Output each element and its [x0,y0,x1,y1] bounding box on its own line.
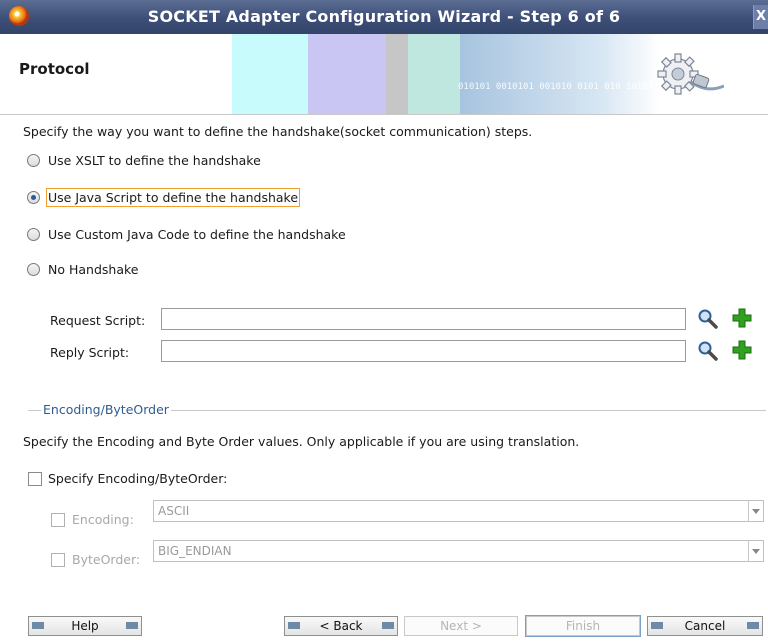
request-script-input[interactable] [161,308,686,330]
cancel-button[interactable]: Cancel [647,616,763,636]
radio-no-handshake[interactable] [27,263,40,276]
close-button[interactable]: X [753,5,768,29]
magnifier-icon[interactable] [697,308,719,330]
reply-script-input[interactable] [161,340,686,362]
window-title: SOCKET Adapter Configuration Wizard - St… [147,7,621,26]
byteorder-label: ByteOrder: [72,552,141,567]
next-button[interactable]: Next > [404,616,518,636]
help-button[interactable]: Help [28,616,142,636]
window-title-bar: SOCKET Adapter Configuration Wizard - St… [0,0,768,34]
encoding-description: Specify the Encoding and Byte Order valu… [23,434,580,449]
finish-button[interactable]: Finish [525,615,641,637]
add-request-script-icon[interactable] [731,307,753,329]
radio-custom-java-label[interactable]: Use Custom Java Code to define the hands… [48,227,346,242]
encoding-checkbox[interactable] [51,513,65,527]
chevron-down-icon[interactable] [748,501,763,521]
wizard-header-banner: 010101 0010101 001010 0101 010 10101 Pro… [0,34,768,114]
banner-binary-text: 010101 0010101 001010 0101 010 10101 [458,82,654,92]
page-title: Protocol [19,60,90,78]
gear-plug-icon [657,53,724,95]
radio-java-script-label[interactable]: Use Java Script to define the handshake [45,188,301,207]
radio-custom-java[interactable] [27,228,40,241]
banner-band-teal [408,34,460,114]
specify-encoding-label[interactable]: Specify Encoding/ByteOrder: [48,471,227,486]
radio-xslt-label[interactable]: Use XSLT to define the handshake [48,153,261,168]
banner-band-gray [386,34,408,114]
radio-no-handshake-label[interactable]: No Handshake [48,262,138,277]
byteorder-checkbox[interactable] [51,553,65,567]
banner-band-lavender [308,34,386,114]
handshake-instructions: Specify the way you want to define the h… [23,124,533,139]
back-button[interactable]: < Back [284,616,398,636]
magnifier-icon[interactable] [697,340,719,362]
byteorder-select-value: BIG_ENDIAN [158,544,232,558]
add-reply-script-icon[interactable] [731,339,753,361]
header-separator [0,114,768,115]
encoding-label: Encoding: [72,512,134,527]
request-script-label: Request Script: [50,313,146,328]
banner-band-blue [460,34,660,114]
banner-band-cyan [232,34,308,114]
encoding-select[interactable]: ASCII [153,500,764,522]
byteorder-select[interactable]: BIG_ENDIAN [153,540,764,562]
reply-script-label: Reply Script: [50,345,130,360]
chevron-down-icon[interactable] [748,541,763,561]
specify-encoding-checkbox[interactable] [28,472,42,486]
encoding-select-value: ASCII [158,504,190,518]
radio-xslt[interactable] [27,154,40,167]
radio-java-script[interactable] [27,191,40,204]
encoding-group-legend: Encoding/ByteOrder [41,402,171,417]
